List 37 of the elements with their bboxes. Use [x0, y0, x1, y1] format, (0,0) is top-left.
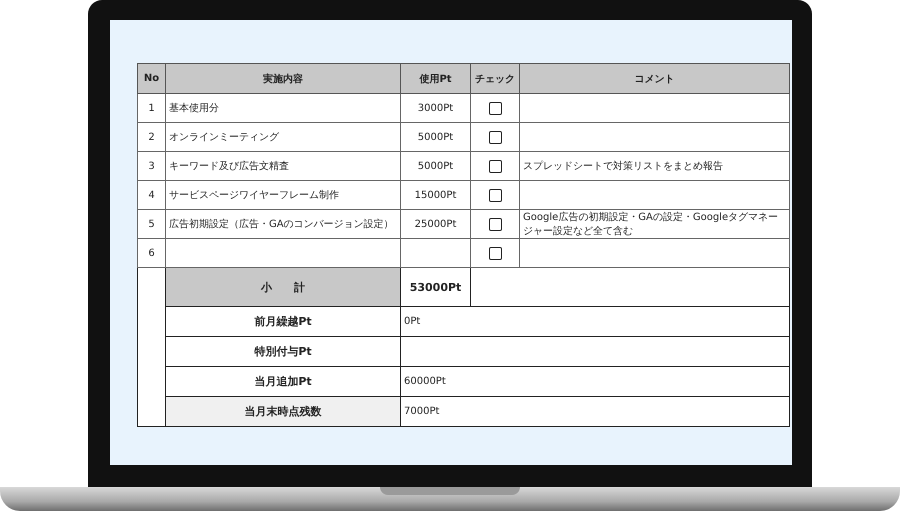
column-header: チェック: [470, 64, 520, 94]
table-cell: 5000Pt: [400, 122, 470, 152]
table-cell: 5: [138, 210, 166, 238]
table-cell: 3: [138, 152, 166, 180]
checkbox[interactable]: [488, 188, 502, 202]
table-cell: Google広告の初期設定・GAの設定・Googleタグマネージャー設定など全て含む: [520, 210, 790, 238]
table-cell: オンラインミーティング: [166, 122, 400, 152]
checkbox[interactable]: [488, 102, 502, 114]
table-cell: 7000Pt: [400, 396, 790, 426]
table-cell: 特別付与Pt: [166, 336, 400, 366]
table-cell: 4: [138, 180, 166, 210]
table-cell: 1: [138, 94, 166, 122]
table-cell: 前月繰越Pt: [166, 306, 400, 336]
table-cell: 基本使用分: [166, 94, 400, 122]
table-cell: 広告初期設定（広告・GAのコンバージョン設定）: [166, 210, 400, 238]
column-header: No: [138, 64, 166, 94]
column-header: 実施内容: [166, 64, 400, 94]
table-cell: スプレッドシートで対策リストをまとめ報告: [520, 152, 790, 180]
table-cell: 60000Pt: [400, 366, 790, 396]
checkbox[interactable]: [488, 218, 502, 230]
checkbox[interactable]: [488, 130, 502, 144]
column-header: コメント: [520, 64, 790, 94]
table-cell: 53000Pt: [400, 268, 470, 306]
table-cell: 15000Pt: [400, 180, 470, 210]
table-cell: 6: [138, 238, 166, 268]
table-cell: 5000Pt: [400, 152, 470, 180]
column-header: 使用Pt: [400, 64, 470, 94]
table-cell: 小 計: [166, 268, 400, 306]
table-cell: 25000Pt: [400, 210, 470, 238]
table-cell: 2: [138, 122, 166, 152]
table-cell: 3000Pt: [400, 94, 470, 122]
table-cell: サービスページワイヤーフレーム制作: [166, 180, 400, 210]
table-cell: 当月末時点残数: [166, 396, 400, 426]
checkbox[interactable]: [488, 246, 502, 260]
table-cell: キーワード及び広告文精査: [166, 152, 400, 180]
checkbox[interactable]: [488, 160, 502, 172]
table-cell: 0Pt: [400, 306, 790, 336]
